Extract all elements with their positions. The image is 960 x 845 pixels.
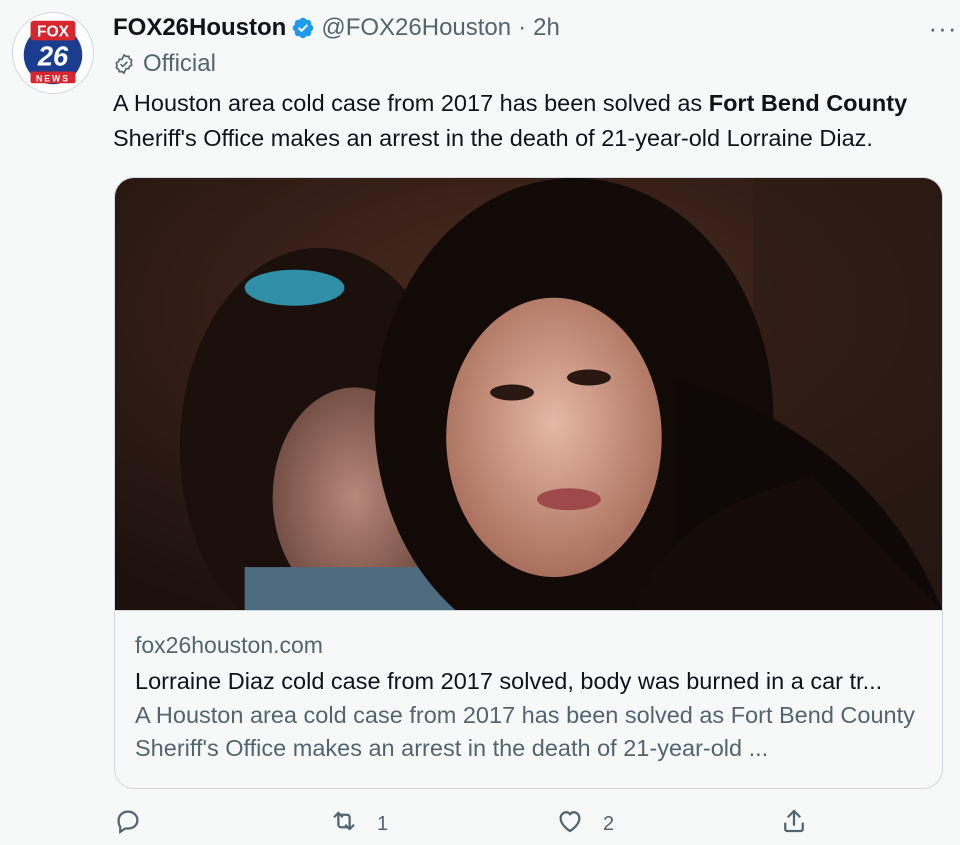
photo-placeholder bbox=[115, 178, 942, 610]
retweet-count: 1 bbox=[377, 812, 389, 835]
card-title[interactable]: Lorraine Diaz cold case from 2017 solved… bbox=[135, 663, 922, 699]
fox26-logo: FOX 26 NEWS bbox=[13, 13, 93, 93]
retweet-button[interactable]: 1 bbox=[329, 806, 388, 842]
display-name[interactable]: FOX26Houston bbox=[113, 14, 286, 42]
logo-number-text: 26 bbox=[37, 41, 69, 72]
reply-icon bbox=[113, 806, 143, 842]
card-domain: fox26houston.com bbox=[135, 632, 323, 658]
handle[interactable]: @FOX26Houston bbox=[321, 14, 511, 42]
logo-bottom-text: NEWS bbox=[36, 73, 70, 83]
more-options-icon[interactable]: ··· bbox=[923, 10, 960, 46]
share-icon bbox=[779, 806, 809, 842]
like-count: 2 bbox=[603, 812, 615, 835]
tweet-text-start: A Houston area cold case from 2017 has b… bbox=[113, 90, 709, 116]
share-button[interactable] bbox=[779, 806, 809, 842]
official-label-row: Official bbox=[113, 46, 943, 82]
reply-button[interactable] bbox=[113, 806, 161, 842]
verified-badge-icon bbox=[291, 16, 315, 40]
tweet-content: FOX26Houston @FOX26Houston · 2h ··· Offi… bbox=[113, 10, 956, 156]
tweet-actions: 1 2 bbox=[113, 806, 833, 845]
tweet-header: FOX26Houston @FOX26Houston · 2h ··· bbox=[113, 10, 956, 46]
official-label: Official bbox=[143, 50, 216, 77]
tweet-text-bold: Fort Bend County bbox=[708, 90, 908, 116]
card-body: fox26houston.com Lorraine Diaz cold case… bbox=[115, 611, 942, 765]
like-button[interactable]: 2 bbox=[555, 806, 614, 842]
card-image[interactable] bbox=[115, 178, 942, 611]
tweet-text: A Houston area cold case from 2017 has b… bbox=[113, 86, 943, 156]
separator-dot: · bbox=[518, 14, 527, 41]
retweet-icon bbox=[329, 806, 359, 842]
tweet-text-end: Sheriff's Office makes an arrest in the … bbox=[113, 125, 873, 151]
official-check-icon bbox=[113, 53, 135, 75]
card-description: A Houston area cold case from 2017 has b… bbox=[135, 702, 915, 761]
avatar[interactable]: FOX 26 NEWS bbox=[12, 12, 94, 94]
logo-top-text: FOX bbox=[37, 23, 70, 40]
timestamp[interactable]: 2h bbox=[533, 14, 560, 42]
link-card[interactable]: fox26houston.com Lorraine Diaz cold case… bbox=[114, 177, 943, 789]
heart-icon bbox=[555, 806, 585, 842]
